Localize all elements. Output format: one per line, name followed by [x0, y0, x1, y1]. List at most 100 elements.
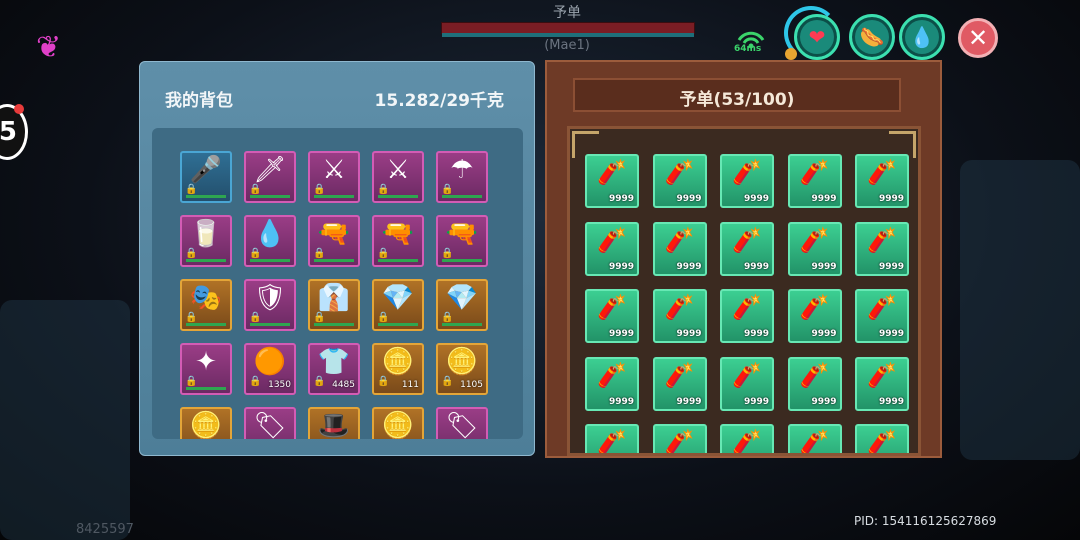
storage-slot[interactable]: 🧨 9999 — [585, 289, 639, 343]
storage-slot[interactable]: 🧨 9999 — [855, 289, 909, 343]
storage-grid[interactable]: 🧨 9999 🧨 9999 🧨 9999 🧨 9999 🧨 9999 🧨 9999 🧨 9999 🧨 9999… — [567, 126, 921, 456]
backpack-slot[interactable]: 👕 🔒 4485 — [308, 343, 360, 395]
gold-coin-icon: 🪙 — [381, 347, 415, 377]
backpack-slot[interactable]: 💎 🔒 — [372, 279, 424, 331]
gem-icon: 💎 — [381, 283, 415, 313]
shotgun-shell-icon: 🧨 — [867, 360, 897, 389]
storage-slot[interactable]: 🧨 9999 — [585, 356, 639, 411]
shotgun-shell-icon: 🧨 — [867, 158, 897, 186]
item-quantity: 9999 — [878, 329, 904, 339]
backpack-slot[interactable]: 🪙 🔒 1105 — [436, 343, 488, 395]
item-quantity: 9999 — [743, 329, 769, 339]
shirt-icon: 👕 — [317, 347, 351, 377]
storage-slot[interactable]: 🧨 9999 — [585, 154, 639, 208]
heart-icon: ❤ — [808, 25, 826, 49]
storage-slot[interactable]: 🧨 9999 — [720, 221, 774, 276]
item-quantity: 9999 — [743, 396, 769, 407]
shotgun-shell-icon: 🧨 — [597, 428, 627, 456]
backpack-panel: 我的背包 15.282/29千克 🎤 🔒 🗡 🔒 ⚔ 🔒 ⚔ 🔒 ☂ 🔒 🥛 🔒 💧 🔒 🔫 🔒 🔫 🔒 🔫 🔒 🎭 🔒 🛡… — [139, 61, 535, 456]
backpack-slot[interactable]: 🏷🔒 — [244, 407, 296, 439]
storage-slot[interactable]: 🧨 — [585, 424, 639, 456]
backpack-slot[interactable]: 🏷🔒 — [436, 407, 488, 439]
backpack-slot[interactable]: 🎭 🔒 — [180, 279, 232, 331]
storage-slot[interactable]: 🧨 9999 — [855, 356, 909, 411]
backpack-slot[interactable]: 🪙🔒 — [180, 407, 232, 439]
storage-title: 予单(53/100) — [679, 90, 795, 110]
item-quantity: 9999 — [878, 261, 904, 272]
backpack-slot[interactable]: 🪙🔒 — [372, 407, 424, 439]
shotgun-shell-icon: 🧨 — [597, 293, 627, 321]
durability-bar — [186, 259, 226, 262]
storage-slot[interactable]: 🧨 9999 — [720, 154, 774, 208]
item-quantity: 9999 — [608, 396, 634, 407]
durability-bar — [250, 323, 290, 326]
lock-icon: 🔒 — [185, 312, 198, 323]
storage-slot[interactable]: 🧨 9999 — [787, 154, 842, 208]
gem-icon: 💎 — [445, 283, 479, 313]
lock-icon: 🔒 — [377, 376, 390, 387]
food-button[interactable]: 🌭 — [849, 14, 895, 60]
water-icon: 💧 — [909, 25, 935, 49]
item-quantity: 9999 — [811, 396, 837, 407]
backpack-slot[interactable]: ✦ 🔒 — [180, 343, 232, 395]
storage-slot[interactable]: 🧨 9999 — [787, 289, 842, 343]
shotgun-shell-icon: 🧨 — [732, 360, 762, 389]
backpack-slot[interactable]: 🔫 🔒 — [372, 215, 424, 267]
wing-emblem-icon[interactable]: ❦ — [36, 30, 61, 65]
orange-gem-icon: 🟠 — [253, 347, 287, 377]
backpack-slot[interactable]: 🔫 🔒 — [436, 215, 488, 267]
backpack-slot[interactable]: 🔫 🔒 — [308, 215, 360, 267]
item-quantity: 9999 — [608, 194, 634, 204]
item-quantity: 9999 — [676, 396, 702, 407]
storage-slot[interactable]: 🧨 9999 — [855, 221, 909, 276]
backpack-slot[interactable]: 🎤 🔒 — [180, 151, 232, 203]
storage-slot[interactable]: 🧨 9999 — [855, 154, 909, 208]
lock-icon: 🔒 — [185, 248, 198, 259]
backpack-slot[interactable]: ⚔ 🔒 — [308, 151, 360, 203]
storage-slot[interactable]: 🧨 9999 — [652, 356, 707, 411]
backpack-slot[interactable]: 🟠 🔒 1350 — [244, 343, 296, 395]
item-quantity: 9999 — [811, 194, 837, 204]
storage-slot[interactable]: 🧨 9999 — [720, 356, 774, 411]
durability-bar — [250, 259, 290, 262]
backpack-slot[interactable]: 💧 🔒 — [244, 215, 296, 267]
backpack-grid[interactable]: 🎤 🔒 🗡 🔒 ⚔ 🔒 ⚔ 🔒 ☂ 🔒 🥛 🔒 💧 🔒 🔫 🔒 🔫 🔒 🔫 🔒 🎭 🔒 🛡 🔒 👔 🔒 💎 🔒 💎 🔒 ✦ 🔒 🟠 🔒 1350 👕 🔒… — [152, 128, 523, 439]
backpack-slot[interactable]: 💎 🔒 — [436, 279, 488, 331]
storage-slot[interactable]: 🧨 9999 — [787, 356, 842, 411]
storage-slot[interactable]: 🧨 9999 — [652, 154, 707, 208]
backpack-slot[interactable]: ⚔ 🔒 — [372, 151, 424, 203]
storage-slot[interactable]: 🧨 — [787, 424, 842, 453]
backpack-slot[interactable]: 🛡 🔒 — [244, 279, 296, 331]
close-button[interactable]: ✕ — [958, 18, 998, 58]
storage-slot[interactable]: 🧨 9999 — [585, 221, 639, 276]
shotgun-shell-icon: 🧨 — [664, 158, 695, 186]
durability-bar — [186, 195, 226, 198]
durability-bar — [250, 195, 290, 198]
backpack-slot[interactable]: 🗡 🔒 — [244, 151, 296, 203]
shotgun-shell-icon: 🧨 — [732, 158, 762, 186]
backpack-slot[interactable]: 🎩🔒 — [308, 407, 360, 439]
storage-slot[interactable]: 🧨 — [855, 424, 909, 453]
backpack-slot[interactable]: 👔 🔒 — [308, 279, 360, 331]
storage-slot[interactable]: 🧨 9999 — [720, 289, 774, 343]
level-badge[interactable]: 5 — [0, 104, 28, 160]
backpack-slot[interactable]: 🥛 🔒 — [180, 215, 232, 267]
storage-slot[interactable]: 🧨 — [720, 424, 774, 453]
water-button[interactable]: 💧 — [899, 14, 945, 60]
storage-slot[interactable]: 🧨 — [652, 424, 707, 453]
storage-slot[interactable]: 🧨 9999 — [652, 221, 707, 276]
backpack-slot[interactable]: 🪙 🔒 111 — [372, 343, 424, 395]
target-subtitle: (Mae1) — [544, 38, 590, 53]
item-quantity: 9999 — [676, 261, 702, 272]
storage-slot[interactable]: 🧨 9999 — [652, 289, 707, 343]
lock-icon: 🔒 — [377, 184, 390, 195]
item-quantity: 4485 — [332, 380, 355, 390]
durability-bar — [314, 195, 354, 198]
scythe-icon: ⚔ — [322, 155, 346, 185]
backpack-slot[interactable]: ☂ 🔒 — [436, 151, 488, 203]
shotgun-shell-icon: 🧨 — [732, 225, 762, 254]
rifle-icon: 🔫 — [317, 219, 351, 249]
durability-bar — [378, 195, 418, 198]
storage-slot[interactable]: 🧨 9999 — [787, 221, 842, 276]
health-button[interactable]: ❤ — [794, 14, 840, 60]
